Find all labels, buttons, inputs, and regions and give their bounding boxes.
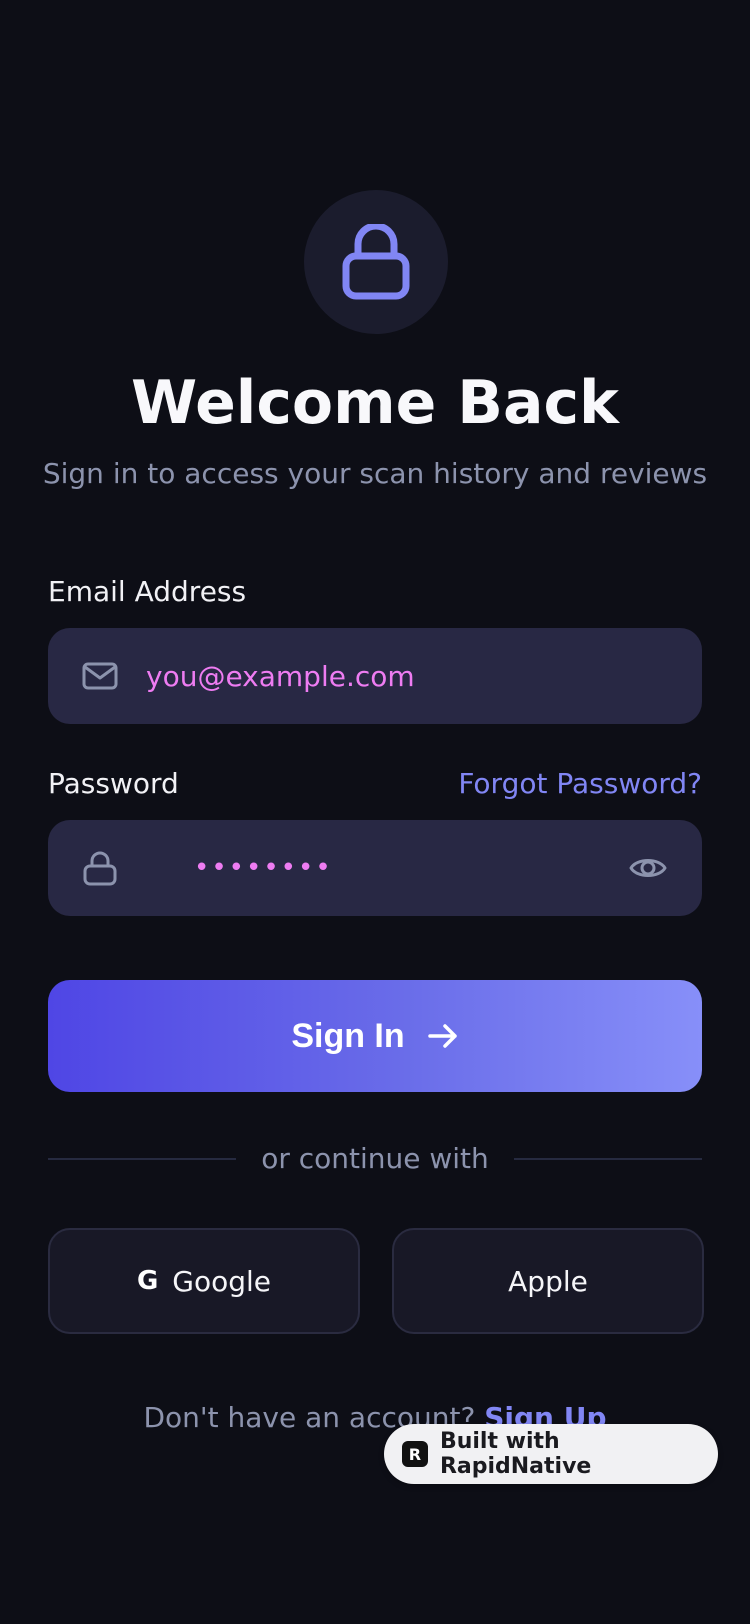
google-icon: G	[136, 1266, 159, 1296]
logo-circle	[304, 190, 448, 334]
apple-label: Apple	[508, 1264, 588, 1298]
divider-line-right	[514, 1158, 702, 1160]
apple-button[interactable]: Apple	[392, 1228, 704, 1334]
arrow-right-icon	[427, 1024, 457, 1048]
password-input[interactable]: ••••••••	[194, 848, 333, 888]
email-input[interactable]	[146, 628, 626, 724]
email-field[interactable]	[48, 628, 702, 724]
lock-icon	[342, 224, 410, 300]
google-button[interactable]: G Google	[48, 1228, 360, 1334]
password-field[interactable]: ••••••••	[48, 820, 702, 916]
forgot-password-link[interactable]: Forgot Password?	[458, 766, 702, 802]
eye-icon[interactable]	[628, 848, 668, 888]
google-label: Google	[172, 1264, 272, 1298]
page-title: Welcome Back	[131, 368, 619, 438]
lock-icon	[83, 851, 117, 886]
badge-label: Built with RapidNative	[439, 1429, 592, 1479]
page-subtitle: Sign in to access your scan history and …	[42, 457, 708, 490]
built-with-badge[interactable]: R Built with RapidNative	[384, 1424, 718, 1484]
password-label: Password	[48, 767, 179, 800]
sign-in-button[interactable]: Sign In	[48, 980, 702, 1092]
login-screen: Welcome Back Sign in to access your scan…	[0, 0, 750, 1624]
email-label: Email Address	[48, 575, 247, 608]
rapidnative-logo-icon: R	[402, 1441, 428, 1467]
mail-icon	[82, 662, 118, 690]
sign-in-label: Sign In	[291, 1016, 405, 1055]
